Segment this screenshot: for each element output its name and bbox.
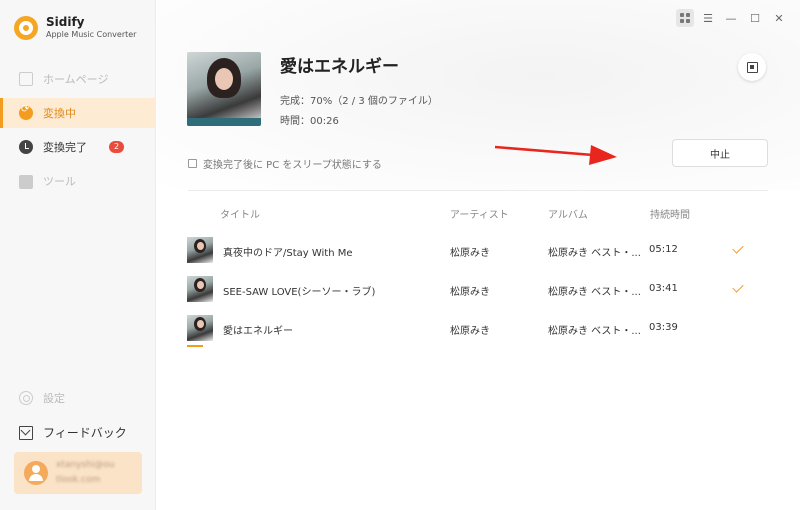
menu-icon[interactable]: ☰ xyxy=(699,9,717,27)
track-progress-bar xyxy=(187,345,203,347)
sidebar-item-label: ツール xyxy=(43,175,76,188)
minimize-icon[interactable]: — xyxy=(722,9,740,27)
open-output-button[interactable] xyxy=(738,53,766,81)
track-duration: 03:39 xyxy=(649,322,678,333)
settings-label: 設定 xyxy=(43,392,65,405)
track-album: 松原みき ベスト・... xyxy=(548,326,641,337)
sidebar-item-converted[interactable]: 変換完了 2 xyxy=(0,132,156,162)
album-art xyxy=(187,52,261,126)
home-icon xyxy=(19,72,33,86)
check-circle-icon xyxy=(19,140,33,154)
done-check-icon xyxy=(732,281,744,293)
sidebar-item-label: ホームページ xyxy=(43,73,109,86)
track-album: 松原みき ベスト・... xyxy=(548,287,641,298)
avatar xyxy=(24,461,48,485)
progress-text: 完成：70%（2 / 3 個のファイル） xyxy=(280,96,438,107)
settings-button[interactable]: 設定 xyxy=(0,383,156,413)
sidify-logo-icon xyxy=(14,15,38,40)
app-logo: Sidify Apple Music Converter xyxy=(14,15,136,40)
column-header-artist: アーティスト xyxy=(450,210,509,221)
track-artist: 松原みき xyxy=(450,248,490,259)
toolbox-icon xyxy=(19,175,33,189)
track-artist: 松原みき xyxy=(450,326,490,337)
sidebar-item-home[interactable]: ホームページ xyxy=(0,64,156,94)
track-thumbnail xyxy=(187,276,213,302)
user-email-line-2: tlook.com xyxy=(56,475,101,485)
sleep-after-convert-option[interactable]: 変換完了後に PC をスリープ状態にする xyxy=(188,156,382,171)
sidebar-item-label: 変換中 xyxy=(43,107,76,120)
maximize-icon[interactable]: ☐ xyxy=(746,9,764,27)
done-check-icon xyxy=(732,242,744,254)
sidebar: Sidify Apple Music Converter ホームページ 変換中 … xyxy=(0,0,156,510)
red-arrow-annotation xyxy=(494,145,617,165)
track-thumbnail xyxy=(187,237,213,263)
divider xyxy=(188,190,768,191)
track-title: 愛はエネルギー xyxy=(223,326,293,337)
grid-view-icon[interactable] xyxy=(676,9,694,27)
track-title: 真夜中のドア/Stay With Me xyxy=(223,248,353,259)
track-duration: 05:12 xyxy=(649,244,678,255)
track-title: SEE-SAW LOVE(シーソー・ラブ) xyxy=(223,287,376,298)
track-album: 松原みき ベスト・... xyxy=(548,248,641,259)
table-row[interactable]: SEE-SAW LOVE(シーソー・ラブ) 松原みき 松原みき ベスト・... … xyxy=(187,276,767,302)
sidebar-item-tools[interactable]: ツール xyxy=(0,166,156,196)
user-account[interactable]: xtanyshi@ou tlook.com xyxy=(14,452,142,494)
sidebar-item-converting[interactable]: 変換中 xyxy=(0,98,156,128)
stop-button[interactable]: 中止 xyxy=(672,139,768,167)
user-email: xtanyshi@ou tlook.com xyxy=(56,458,115,488)
table-row[interactable]: 愛はエネルギー 松原みき 松原みき ベスト・... 03:39 xyxy=(187,315,767,341)
app-name: Sidify xyxy=(46,15,85,29)
column-header-duration: 持続時間 xyxy=(650,210,690,221)
converted-count-badge: 2 xyxy=(109,141,125,153)
elapsed-time: 時間：00:26 xyxy=(280,116,339,127)
track-duration: 03:41 xyxy=(649,283,678,294)
table-row[interactable]: 真夜中のドア/Stay With Me 松原みき 松原みき ベスト・... 05… xyxy=(187,237,767,263)
track-artist: 松原みき xyxy=(450,287,490,298)
open-folder-icon xyxy=(746,61,758,73)
mail-icon xyxy=(19,426,33,440)
current-song-title: 愛はエネルギー xyxy=(280,57,399,77)
user-email-line-1: xtanyshi@ou xyxy=(56,460,115,470)
sleep-label: 変換完了後に PC をスリープ状態にする xyxy=(203,160,382,171)
feedback-label: フィードバック xyxy=(43,425,127,440)
sleep-checkbox[interactable] xyxy=(188,159,197,168)
sidebar-item-label: 変換完了 xyxy=(43,141,87,154)
converting-icon xyxy=(19,104,33,120)
close-icon[interactable]: ✕ xyxy=(770,9,788,27)
column-header-title: タイトル xyxy=(220,210,260,221)
gear-icon xyxy=(19,391,33,405)
column-header-album: アルバム xyxy=(548,210,588,221)
track-thumbnail xyxy=(187,315,213,341)
feedback-button[interactable]: フィードバック xyxy=(0,417,156,447)
app-subtitle: Apple Music Converter xyxy=(46,30,137,39)
